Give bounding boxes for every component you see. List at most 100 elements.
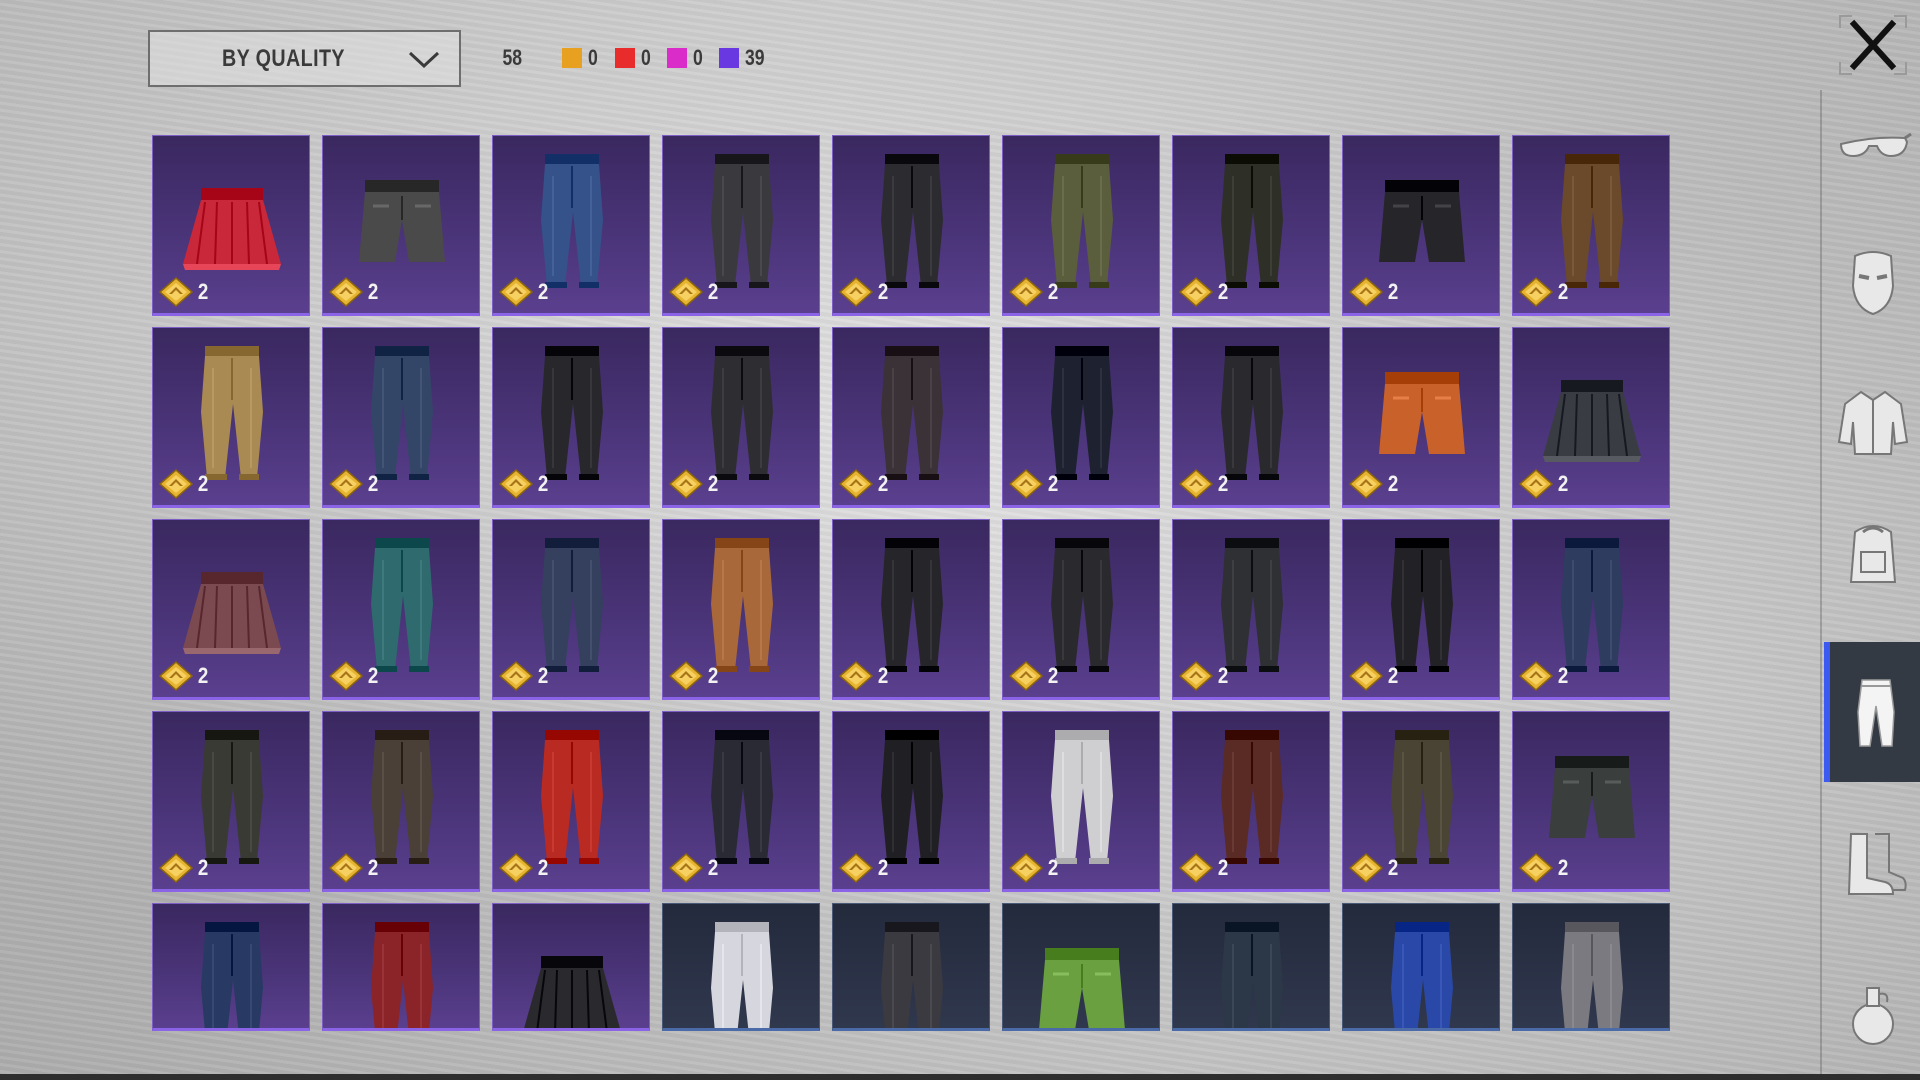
item-price: 2 bbox=[1179, 661, 1229, 691]
price-value: 2 bbox=[537, 855, 549, 880]
price-value: 2 bbox=[1557, 663, 1569, 688]
item-tile[interactable]: 2 bbox=[1172, 135, 1330, 316]
item-tile[interactable] bbox=[1342, 903, 1500, 1031]
price-value: 2 bbox=[1557, 279, 1569, 304]
item-price: 2 bbox=[1349, 661, 1399, 691]
price-value: 2 bbox=[1217, 471, 1229, 496]
item-price: 2 bbox=[669, 853, 719, 883]
price-value: 2 bbox=[1217, 663, 1229, 688]
item-tile[interactable] bbox=[662, 903, 820, 1031]
sidebar-item-backpack[interactable] bbox=[1824, 482, 1920, 622]
item-tile[interactable] bbox=[152, 903, 310, 1031]
item-tile[interactable]: 2 bbox=[1002, 135, 1160, 316]
item-tile[interactable]: 2 bbox=[152, 711, 310, 892]
sort-dropdown[interactable]: BY QUALITY bbox=[148, 30, 461, 87]
item-tile[interactable]: 2 bbox=[1342, 711, 1500, 892]
price-value: 2 bbox=[537, 471, 549, 496]
close-button[interactable] bbox=[1838, 14, 1908, 76]
sidebar-item-grenade[interactable] bbox=[1824, 942, 1920, 1080]
item-price: 2 bbox=[329, 661, 379, 691]
item-tile[interactable]: 2 bbox=[322, 135, 480, 316]
item-tile[interactable]: 2 bbox=[152, 135, 310, 316]
item-price: 2 bbox=[1349, 853, 1399, 883]
item-tile[interactable]: 2 bbox=[662, 519, 820, 700]
sidebar-item-jacket[interactable] bbox=[1824, 352, 1920, 492]
item-tile[interactable]: 2 bbox=[832, 519, 990, 700]
item-tile[interactable]: 2 bbox=[1342, 135, 1500, 316]
coin-icon bbox=[669, 277, 703, 307]
price-value: 2 bbox=[877, 279, 889, 304]
item-tile[interactable]: 2 bbox=[492, 711, 650, 892]
coin-icon bbox=[1179, 853, 1213, 883]
item-tile[interactable] bbox=[1172, 903, 1330, 1031]
item-tile[interactable]: 2 bbox=[662, 711, 820, 892]
item-tile[interactable]: 2 bbox=[1342, 327, 1500, 508]
item-tile[interactable]: 2 bbox=[832, 711, 990, 892]
skirt-art bbox=[524, 956, 620, 1028]
coin-icon bbox=[1519, 277, 1553, 307]
category-sidebar bbox=[1820, 90, 1920, 1080]
item-tile[interactable] bbox=[322, 903, 480, 1031]
coin-icon bbox=[839, 853, 873, 883]
item-tile[interactable]: 2 bbox=[322, 327, 480, 508]
item-tile[interactable]: 2 bbox=[662, 135, 820, 316]
item-price: 2 bbox=[839, 661, 889, 691]
sidebar-item-glasses[interactable] bbox=[1824, 78, 1920, 218]
pants-art bbox=[201, 922, 263, 1028]
coin-icon bbox=[669, 661, 703, 691]
price-value: 2 bbox=[367, 471, 379, 496]
item-tile[interactable] bbox=[832, 903, 990, 1031]
price-value: 2 bbox=[707, 855, 719, 880]
coin-icon bbox=[499, 469, 533, 499]
item-tile[interactable]: 2 bbox=[662, 327, 820, 508]
item-tile[interactable]: 2 bbox=[152, 327, 310, 508]
coin-icon bbox=[1519, 469, 1553, 499]
item-price: 2 bbox=[499, 277, 549, 307]
item-tile[interactable]: 2 bbox=[492, 135, 650, 316]
item-tile[interactable]: 2 bbox=[1002, 327, 1160, 508]
sidebar-item-mask[interactable] bbox=[1824, 212, 1920, 352]
item-tile[interactable] bbox=[1512, 903, 1670, 1031]
bottom-strip bbox=[0, 1074, 1920, 1080]
item-tile[interactable]: 2 bbox=[1512, 135, 1670, 316]
item-price: 2 bbox=[329, 277, 379, 307]
price-value: 2 bbox=[707, 471, 719, 496]
chevron-down-icon bbox=[408, 51, 440, 68]
sidebar-item-boots[interactable] bbox=[1824, 792, 1920, 932]
item-price: 2 bbox=[1009, 277, 1059, 307]
price-value: 2 bbox=[1387, 471, 1399, 496]
coin-icon bbox=[1179, 661, 1213, 691]
item-price: 2 bbox=[1009, 661, 1059, 691]
item-tile[interactable]: 2 bbox=[832, 135, 990, 316]
item-tile[interactable]: 2 bbox=[1512, 327, 1670, 508]
price-value: 2 bbox=[1217, 279, 1229, 304]
pants-art bbox=[1391, 922, 1453, 1028]
item-tile[interactable]: 2 bbox=[832, 327, 990, 508]
item-tile[interactable]: 2 bbox=[1172, 711, 1330, 892]
item-tile[interactable]: 2 bbox=[492, 519, 650, 700]
item-tile[interactable]: 2 bbox=[322, 519, 480, 700]
item-tile[interactable]: 2 bbox=[1002, 711, 1160, 892]
item-tile[interactable]: 2 bbox=[1002, 519, 1160, 700]
sidebar-item-pants[interactable] bbox=[1824, 642, 1920, 782]
item-price: 2 bbox=[159, 277, 209, 307]
price-value: 2 bbox=[877, 663, 889, 688]
pants-art bbox=[1221, 922, 1283, 1028]
boots-icon bbox=[1847, 833, 1907, 895]
item-price: 2 bbox=[329, 853, 379, 883]
item-tile[interactable]: 2 bbox=[152, 519, 310, 700]
coin-icon bbox=[1349, 469, 1383, 499]
item-tile[interactable]: 2 bbox=[1172, 519, 1330, 700]
item-price: 2 bbox=[329, 469, 379, 499]
item-tile[interactable] bbox=[1002, 903, 1160, 1031]
price-value: 2 bbox=[197, 663, 209, 688]
item-tile[interactable]: 2 bbox=[322, 711, 480, 892]
item-tile[interactable]: 2 bbox=[1342, 519, 1500, 700]
item-tile[interactable] bbox=[492, 903, 650, 1031]
item-tile[interactable]: 2 bbox=[1172, 327, 1330, 508]
item-tile[interactable]: 2 bbox=[1512, 519, 1670, 700]
item-price: 2 bbox=[669, 661, 719, 691]
item-tile[interactable]: 2 bbox=[492, 327, 650, 508]
item-price: 2 bbox=[1519, 661, 1569, 691]
item-tile[interactable]: 2 bbox=[1512, 711, 1670, 892]
